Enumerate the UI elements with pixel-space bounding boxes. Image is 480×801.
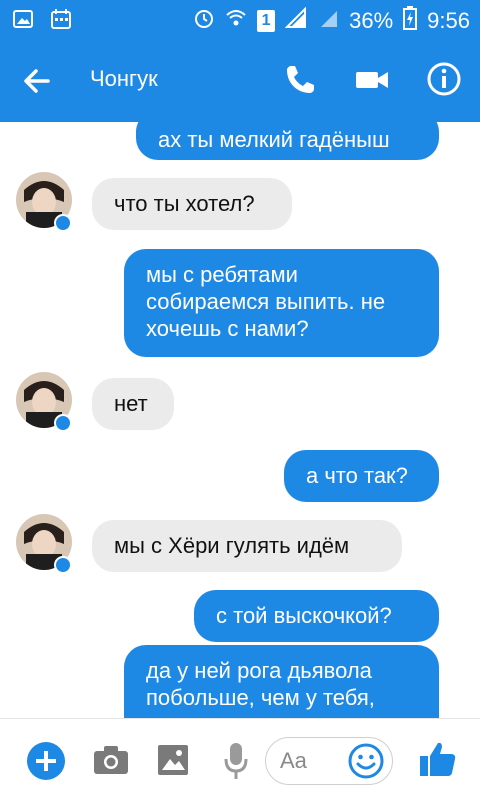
incoming-message[interactable]: мы с Хёри гулять идём bbox=[92, 520, 402, 572]
alarm-icon bbox=[193, 7, 215, 35]
phone-call-icon[interactable] bbox=[282, 62, 318, 98]
outgoing-message[interactable]: а что так? bbox=[284, 450, 439, 502]
outgoing-message[interactable]: мы с ребятами собираемся выпить. не хоче… bbox=[124, 249, 439, 357]
messenger-badge-icon bbox=[54, 414, 72, 432]
back-arrow-icon[interactable] bbox=[18, 62, 56, 100]
video-call-icon[interactable] bbox=[354, 64, 390, 96]
battery-percent: 36% bbox=[349, 8, 394, 33]
gallery-notification-icon bbox=[12, 8, 34, 35]
composer-bar: Aa bbox=[0, 718, 480, 801]
chat-title[interactable]: Чонгук bbox=[90, 66, 158, 92]
info-icon[interactable] bbox=[427, 62, 461, 96]
outgoing-message[interactable]: да у ней рога дьявола побольше, чем у те… bbox=[124, 645, 439, 718]
app-bar: Чонгук bbox=[0, 40, 480, 122]
calendar-notification-icon bbox=[50, 8, 72, 35]
outgoing-message[interactable]: ах ты мелкий гадёныш bbox=[136, 122, 439, 160]
clock-time: 9:56 bbox=[427, 8, 470, 33]
wifi-icon bbox=[225, 7, 247, 35]
battery-icon bbox=[403, 6, 418, 36]
message-list[interactable]: ах ты мелкий гадёныш что ты хотел? мы с … bbox=[0, 122, 480, 718]
signal-icon-2 bbox=[317, 7, 339, 35]
incoming-message[interactable]: нет bbox=[92, 378, 174, 430]
status-bar: 1 36% 9:56 bbox=[0, 0, 480, 40]
outgoing-message[interactable]: с той выскочкой? bbox=[194, 590, 439, 642]
add-more-icon[interactable] bbox=[26, 741, 66, 786]
gallery-icon[interactable] bbox=[157, 744, 189, 781]
messenger-badge-icon bbox=[54, 556, 72, 574]
camera-icon[interactable] bbox=[93, 745, 129, 780]
sim-icon: 1 bbox=[257, 10, 276, 32]
signal-icon bbox=[285, 7, 307, 35]
microphone-icon[interactable] bbox=[224, 741, 248, 786]
incoming-message[interactable]: что ты хотел? bbox=[92, 178, 292, 230]
emoji-icon[interactable] bbox=[348, 743, 384, 779]
messenger-badge-icon bbox=[54, 214, 72, 232]
thumbs-up-icon[interactable] bbox=[418, 739, 458, 784]
